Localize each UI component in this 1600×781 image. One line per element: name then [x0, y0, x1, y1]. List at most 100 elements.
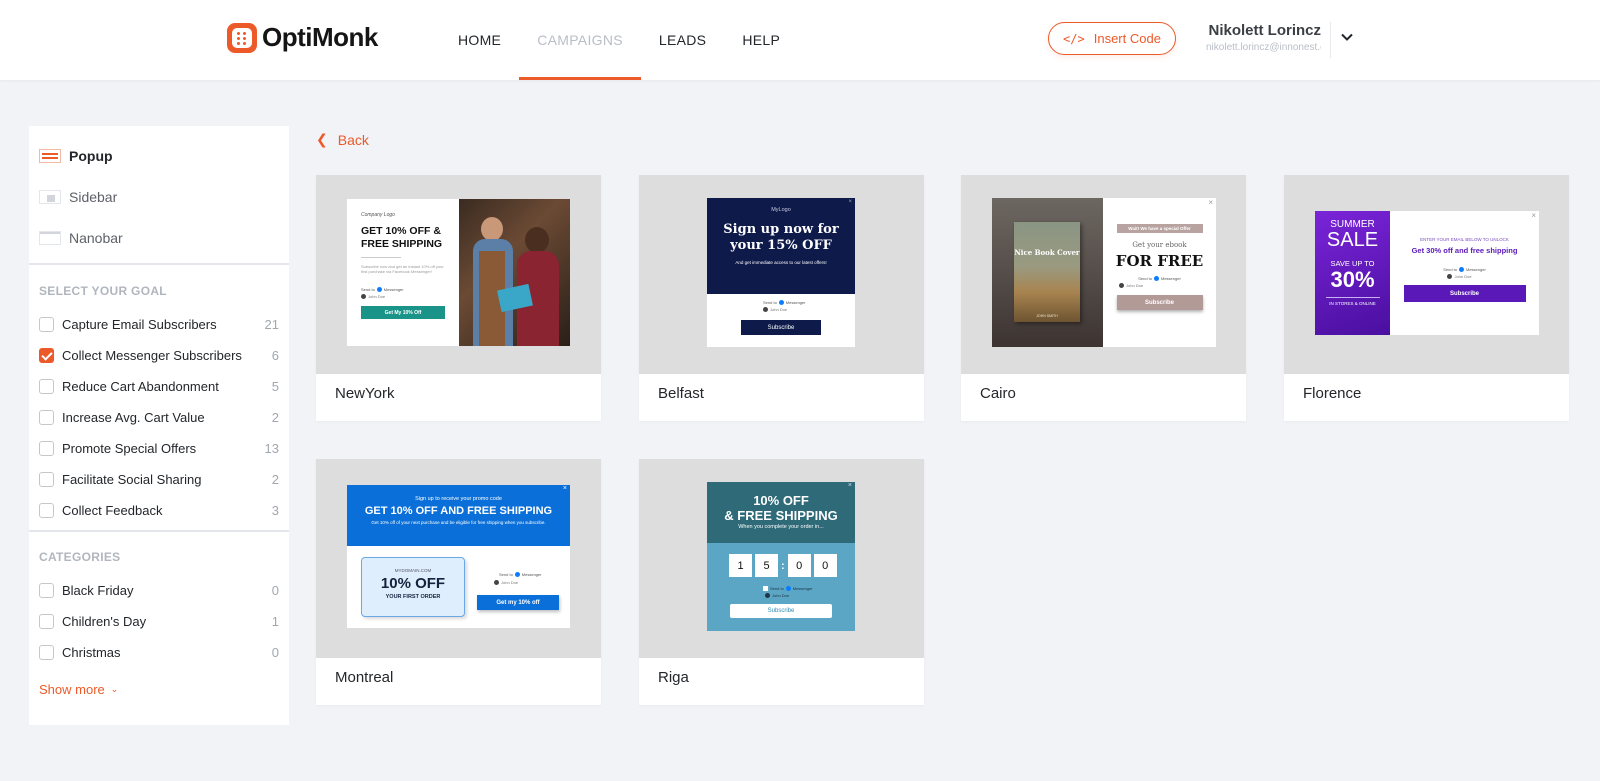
template-preview[interactable]: Company Logo GET 10% OFF & FREE SHIPPING…: [316, 175, 601, 374]
sidebar-type-icon: [39, 190, 61, 204]
chevron-down-icon[interactable]: [1340, 30, 1354, 44]
preview-send-to: Send to: [499, 572, 513, 577]
user-account[interactable]: Nikolett Lorincz nikolett.lorincz@innone…: [1206, 22, 1321, 53]
show-more-link[interactable]: Show more ⌄: [39, 682, 118, 697]
nav-home[interactable]: HOME: [440, 0, 519, 80]
messenger-icon: [376, 287, 382, 292]
divider: [29, 530, 289, 532]
avatar: [494, 580, 499, 585]
type-sidebar-label: Sidebar: [69, 189, 118, 205]
back-link[interactable]: ❮ Back: [316, 131, 369, 148]
category-christmas[interactable]: Christmas 0: [39, 642, 279, 662]
checkbox[interactable]: [39, 378, 54, 394]
preview-user: John Doe: [772, 593, 790, 598]
checkbox[interactable]: [39, 613, 54, 629]
preview-stores: IN STORES & ONLINE: [1329, 301, 1376, 306]
goal-count: 21: [264, 316, 279, 332]
checkbox[interactable]: [39, 471, 54, 487]
template-card-cairo[interactable]: Nice Book Cover JOHN SMITH × Wait! We ha…: [961, 175, 1246, 421]
type-popup[interactable]: Popup: [39, 146, 113, 166]
template-card-montreal[interactable]: × Sign up to receive your promo code GET…: [316, 459, 601, 705]
category-black-friday[interactable]: Black Friday 0: [39, 580, 279, 600]
popup-type-icon: [39, 149, 61, 163]
preview-send-to: Send to: [763, 300, 777, 305]
filter-sidebar: Popup Sidebar Nanobar SELECT YOUR GOAL C…: [29, 126, 289, 725]
goal-count: 6: [271, 347, 279, 363]
category-count: 0: [271, 582, 279, 598]
goal-capture-email[interactable]: Capture Email Subscribers 21: [39, 314, 279, 334]
nav-campaigns[interactable]: CAMPAIGNS: [519, 0, 641, 80]
checkbox[interactable]: [39, 316, 54, 332]
category-count: 1: [271, 613, 279, 629]
preview-first: YOUR FIRST ORDER: [385, 594, 441, 600]
montreal-popup: × Sign up to receive your promo code GET…: [347, 485, 570, 628]
template-card-newyork[interactable]: Company Logo GET 10% OFF & FREE SHIPPING…: [316, 175, 601, 421]
type-popup-label: Popup: [69, 148, 113, 164]
preview-send-to: Send to: [361, 287, 375, 292]
goal-count: 3: [271, 502, 279, 518]
checkbox-checked[interactable]: [39, 347, 54, 363]
preview-top: Sign up to receive your promo code: [415, 496, 502, 502]
preview-user: John Doe: [368, 294, 386, 299]
goal-collect-messenger[interactable]: Collect Messenger Subscribers 6: [39, 345, 279, 365]
checkbox[interactable]: [39, 409, 54, 425]
preview-send-to: Send to: [1138, 276, 1152, 281]
type-sidebar[interactable]: Sidebar: [39, 187, 117, 207]
checkbox[interactable]: [39, 644, 54, 660]
preview-messenger: Messenger: [383, 287, 404, 292]
avatar: [361, 294, 366, 299]
messenger-icon: [1459, 267, 1464, 272]
preview-domain: MYDOMAIN.COM: [394, 568, 432, 573]
optimonk-logo[interactable]: OptiMonk: [227, 22, 378, 53]
type-nanobar[interactable]: Nanobar: [39, 228, 123, 248]
checkbox[interactable]: [39, 440, 54, 456]
preview-logo: Company Logo: [361, 212, 395, 218]
checkbox[interactable]: [39, 502, 54, 518]
messenger-icon: [778, 300, 784, 305]
template-card-belfast[interactable]: × MyLogo Sign up now for your 15% OFF An…: [639, 175, 924, 421]
countdown-digit: 1: [729, 554, 752, 577]
preview-sub: And get immediate access to our latest o…: [735, 260, 827, 265]
goal-social-sharing[interactable]: Facilitate Social Sharing 2: [39, 469, 279, 489]
avatar: [765, 593, 770, 598]
preview-user: John Doe: [1126, 283, 1144, 288]
category-childrens-day[interactable]: Children's Day 1: [39, 611, 279, 631]
countdown-digit: 0: [787, 554, 811, 577]
nav-leads[interactable]: LEADS: [641, 0, 724, 80]
insert-code-button[interactable]: </> Insert Code: [1048, 22, 1176, 55]
goal-label: Capture Email Subscribers: [62, 316, 217, 332]
template-card-florence[interactable]: SUMMER SALE SAVE UP TO 30% IN STORES & O…: [1284, 175, 1569, 421]
preview-unlock: ENTER YOUR EMAIL BELOW TO UNLOCK: [1420, 237, 1509, 242]
goal-count: 5: [271, 378, 279, 394]
goal-collect-feedback[interactable]: Collect Feedback 3: [39, 500, 279, 520]
checkbox[interactable]: [39, 582, 54, 598]
goal-reduce-cart[interactable]: Reduce Cart Abandonment 5: [39, 376, 279, 396]
user-divider: [1330, 22, 1331, 58]
template-preview[interactable]: × 10% OFF & FREE SHIPPING When you compl…: [639, 459, 924, 658]
preview-tag: Wait! We have a special Offer: [1116, 224, 1203, 233]
nav-help[interactable]: HELP: [724, 0, 798, 80]
category-label: Black Friday: [62, 582, 134, 598]
template-name: Cairo: [980, 385, 1016, 402]
close-icon: ×: [562, 485, 567, 492]
template-preview[interactable]: × MyLogo Sign up now for your 15% OFF An…: [639, 175, 924, 374]
preview-send-to: Send to: [1443, 267, 1457, 272]
categories-section-title: CATEGORIES: [39, 550, 121, 564]
preview-cta: Subscribe: [1116, 295, 1203, 310]
goal-count: 2: [271, 409, 279, 425]
avatar: [1119, 283, 1124, 288]
close-icon: ×: [847, 482, 852, 489]
newyork-popup: Company Logo GET 10% OFF & FREE SHIPPING…: [347, 199, 570, 346]
template-preview[interactable]: SUMMER SALE SAVE UP TO 30% IN STORES & O…: [1284, 175, 1569, 374]
show-more-label: Show more: [39, 682, 105, 697]
preview-messenger: Messenger: [792, 586, 813, 591]
messenger-icon: [785, 586, 791, 591]
template-card-riga[interactable]: × 10% OFF & FREE SHIPPING When you compl…: [639, 459, 924, 705]
template-name: Riga: [658, 669, 689, 686]
template-preview[interactable]: Nice Book Cover JOHN SMITH × Wait! We ha…: [961, 175, 1246, 374]
template-preview[interactable]: × Sign up to receive your promo code GET…: [316, 459, 601, 658]
goal-promote-offers[interactable]: Promote Special Offers 13: [39, 438, 279, 458]
preview-line2: & FREE SHIPPING: [724, 508, 838, 523]
category-label: Children's Day: [62, 613, 147, 629]
goal-increase-cart[interactable]: Increase Avg. Cart Value 2: [39, 407, 279, 427]
